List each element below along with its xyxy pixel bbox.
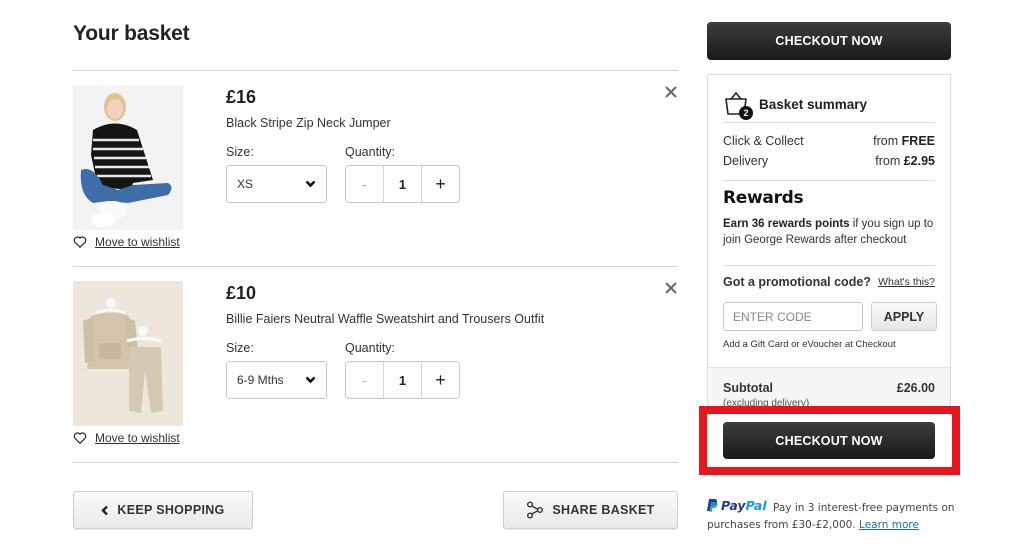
subtotal-value: £26.00: [896, 381, 935, 395]
keep-shopping-label: KEEP SHOPPING: [117, 503, 225, 517]
delivery-row: Delivery from £2.95: [723, 151, 935, 171]
apply-button[interactable]: APPLY: [871, 302, 937, 331]
move-to-wishlist-link[interactable]: Move to wishlist: [73, 235, 180, 249]
click-and-collect-row: Click & Collect from FREE: [723, 131, 935, 151]
row-label: Click & Collect: [723, 134, 804, 148]
divider: [73, 462, 678, 463]
row-prefix: from: [873, 134, 899, 148]
row-amount: FREE: [901, 134, 935, 148]
wishlist-label: Move to wishlist: [95, 235, 180, 249]
delivery-options: Click & Collect from FREE Delivery from …: [723, 131, 935, 171]
checkout-now-button-bottom[interactable]: CHECKOUT NOW: [723, 422, 935, 459]
basket-summary-header: 2 Basket summary: [723, 85, 935, 123]
quantity-increase-button[interactable]: +: [422, 362, 459, 398]
wishlist-label: Move to wishlist: [95, 431, 180, 445]
paypal-icon: [707, 499, 718, 512]
size-value: 6-9 Mths: [237, 373, 284, 387]
quantity-decrease-button[interactable]: -: [346, 166, 384, 202]
subtotal-row: Subtotal £26.00: [723, 381, 935, 395]
divider: [73, 70, 678, 71]
quantity-increase-button[interactable]: +: [422, 166, 459, 202]
chevron-left-icon: [101, 505, 109, 515]
quantity-value[interactable]: 1: [384, 166, 422, 202]
page-title: Your basket: [73, 22, 190, 45]
basket-item: Move to wishlist £10 Billie Faiers Neutr…: [73, 281, 678, 471]
heart-icon: [73, 432, 87, 444]
whats-this-link[interactable]: What's this?: [878, 276, 935, 288]
row-value: from FREE: [873, 134, 935, 148]
heart-icon: [73, 236, 87, 248]
move-to-wishlist-link[interactable]: Move to wishlist: [73, 431, 180, 445]
keep-shopping-button[interactable]: KEEP SHOPPING: [73, 491, 253, 529]
outfit-photo: [73, 281, 183, 426]
quantity-stepper: - 1 +: [345, 165, 460, 203]
size-label: Size:: [226, 145, 254, 159]
rewards-points: Earn 36 rewards points: [723, 218, 850, 230]
basket-count-badge: 2: [739, 106, 753, 120]
rewards-title: Rewards: [723, 188, 804, 208]
paypal-brand-pal: Pal: [745, 498, 767, 513]
row-amount: £2.95: [903, 154, 935, 168]
subtotal-label: Subtotal: [723, 381, 773, 395]
checkout-now-button-top[interactable]: CHECKOUT NOW: [707, 22, 951, 60]
share-icon: [527, 501, 544, 519]
row-label: Delivery: [723, 154, 769, 168]
rewards-section: Rewards Earn 36 rewards points if you si…: [723, 188, 935, 248]
promo-code-input[interactable]: [723, 302, 863, 331]
quantity-stepper: - 1 +: [345, 361, 460, 399]
size-label: Size:: [226, 341, 254, 355]
divider: [723, 265, 935, 266]
item-name: Billie Faiers Neutral Waffle Sweatshirt …: [226, 312, 545, 326]
divider: [723, 122, 935, 123]
basket-item: Move to wishlist £16 Black Stripe Zip Ne…: [73, 85, 678, 275]
product-image[interactable]: [73, 281, 183, 426]
learn-more-link[interactable]: Learn more: [859, 519, 919, 531]
size-value: XS: [237, 177, 254, 191]
item-name: Black Stripe Zip Neck Jumper: [226, 116, 391, 130]
share-basket-label: SHARE BASKET: [552, 503, 655, 517]
quantity-label: Quantity:: [345, 145, 396, 159]
jumper-photo: [73, 85, 183, 230]
promo-question: Got a promotional code?: [723, 275, 871, 289]
size-select[interactable]: XS: [226, 165, 327, 203]
quantity-label: Quantity:: [345, 341, 396, 355]
promo-header: Got a promotional code? What's this?: [723, 275, 935, 289]
rewards-text: Earn 36 rewards points if you sign up to…: [723, 216, 935, 248]
row-value: from £2.95: [875, 154, 935, 168]
chevron-down-icon: [305, 376, 316, 384]
paypal-message: Pay Pal Pay in 3 interest-free payments o…: [707, 497, 957, 534]
gift-card-note: Add a Gift Card or eVoucher at Checkout: [723, 339, 896, 350]
basket-summary-title: Basket summary: [759, 96, 868, 112]
divider: [73, 266, 678, 267]
quantity-value[interactable]: 1: [384, 362, 422, 398]
divider: [723, 180, 935, 181]
size-select[interactable]: 6-9 Mths: [226, 361, 327, 399]
row-prefix: from: [875, 154, 901, 168]
paypal-logo: Pay Pal: [707, 497, 767, 514]
remove-item-icon[interactable]: [664, 281, 678, 295]
item-price: £16: [226, 87, 257, 107]
basket-icon: 2: [723, 90, 753, 120]
item-price: £10: [226, 283, 257, 303]
product-image[interactable]: [73, 85, 183, 230]
chevron-down-icon: [305, 180, 316, 188]
quantity-decrease-button[interactable]: -: [346, 362, 384, 398]
share-basket-button[interactable]: SHARE BASKET: [503, 491, 678, 529]
remove-item-icon[interactable]: [664, 85, 678, 99]
paypal-brand-pay: Pay: [721, 498, 746, 513]
